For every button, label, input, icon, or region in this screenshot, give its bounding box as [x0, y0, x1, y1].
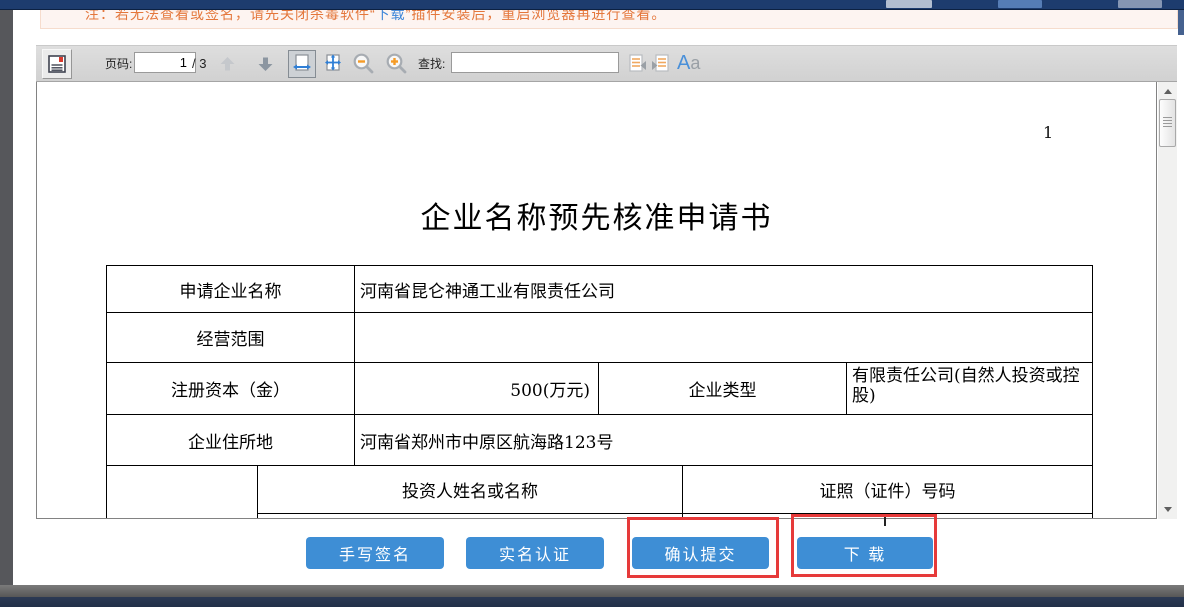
zoom-out-icon — [352, 52, 375, 75]
previous-page-button[interactable] — [214, 46, 240, 81]
table-row: 企业住所地 河南省郑州市中原区航海路123号 — [107, 415, 1093, 466]
highlight-box-confirm-submit — [627, 517, 779, 578]
match-case-toggle[interactable]: Aa — [677, 46, 700, 81]
zoom-in-button[interactable] — [382, 46, 410, 81]
bottom-navy-bar — [0, 597, 1184, 607]
cell-company-name-label: 申请企业名称 — [107, 266, 355, 313]
vertical-scrollbar[interactable] — [1158, 81, 1177, 519]
fit-page-icon — [323, 53, 343, 73]
cell-stub — [107, 514, 258, 519]
scroll-down-button[interactable] — [1158, 503, 1177, 515]
find-previous-icon — [626, 53, 647, 74]
cell-company-type-label: 企业类型 — [599, 363, 847, 415]
top-bar-highlight — [1118, 0, 1162, 8]
cell-registered-capital-label: 注册资本（金） — [107, 363, 355, 415]
next-page-button[interactable] — [252, 46, 278, 81]
pdf-toolbar: 页码: / 3 — [36, 45, 1177, 82]
cell-registered-capital-value: 500(万元) — [355, 363, 599, 415]
page-total-label: / 3 — [192, 46, 206, 81]
find-next-icon — [651, 53, 672, 74]
application-window: 注：若无法查看或签名，请先关闭杀毒软件“下载”插件安装后，重启浏览器再进行查看。… — [0, 0, 1184, 607]
fit-width-button[interactable] — [288, 50, 316, 78]
fit-width-icon — [292, 54, 312, 74]
find-previous-button[interactable] — [624, 46, 648, 81]
cell-address-label: 企业住所地 — [107, 415, 355, 466]
save-icon — [47, 54, 67, 74]
doc-title: 企业名称预先核准申请书 — [37, 193, 1156, 237]
match-case-lower: a — [690, 53, 700, 74]
arrow-up-icon — [219, 55, 236, 73]
table-row-clipped — [107, 514, 1093, 519]
page-number-input[interactable] — [134, 52, 196, 73]
find-next-button[interactable] — [649, 46, 673, 81]
cell-investor-name-header: 投资人姓名或名称 — [258, 466, 683, 514]
scrollbar-thumb[interactable] — [1159, 99, 1176, 147]
bottom-gray-bar — [0, 585, 1184, 597]
cell-business-scope-label: 经营范围 — [107, 313, 355, 363]
pdf-page: 1 企业名称预先核准申请书 申请企业名称 河南省昆仑神通工业有限责任公司 经营范… — [36, 80, 1157, 519]
find-input[interactable] — [451, 52, 619, 73]
cell-investor-stub — [107, 466, 258, 514]
scroll-up-button[interactable] — [1158, 85, 1177, 97]
table-row: 经营范围 — [107, 313, 1093, 363]
application-form-table: 申请企业名称 河南省昆仑神通工业有限责任公司 经营范围 注册资本（金） 500(… — [106, 265, 1093, 519]
table-row: 申请企业名称 河南省昆仑神通工业有限责任公司 — [107, 266, 1093, 313]
highlight-box-download — [791, 514, 937, 577]
text-cursor — [884, 517, 886, 526]
scrollbar-grip — [1163, 117, 1172, 127]
triangle-up-icon — [1164, 89, 1172, 94]
match-case-upper: A — [677, 52, 690, 75]
realname-auth-button[interactable]: 实名认证 — [466, 537, 604, 569]
triangle-down-icon — [1164, 507, 1172, 512]
window-left-edge — [0, 9, 13, 585]
zoom-out-button[interactable] — [349, 46, 377, 81]
window-top-bar — [0, 0, 1184, 10]
cell-business-scope-value — [355, 313, 1093, 363]
doc-page-number: 1 — [1043, 123, 1053, 142]
cell-company-name-value: 河南省昆仑神通工业有限责任公司 — [355, 266, 1093, 313]
fit-page-button[interactable] — [320, 50, 346, 76]
table-row: 投资人姓名或名称 证照（证件）号码 — [107, 466, 1093, 514]
find-label: 查找: — [418, 46, 445, 81]
handwritten-signature-button[interactable]: 手写签名 — [306, 537, 444, 569]
table-row: 注册资本（金） 500(万元) 企业类型 有限责任公司(自然人投资或控股) — [107, 363, 1093, 415]
arrow-down-icon — [257, 55, 274, 73]
cell-stub — [258, 514, 683, 519]
cell-address-value: 河南省郑州市中原区航海路123号 — [355, 415, 1093, 466]
top-bar-highlight — [886, 0, 932, 8]
save-button[interactable] — [42, 49, 72, 79]
top-bar-highlight — [998, 0, 1042, 8]
cell-company-type-value: 有限责任公司(自然人投资或控股) — [847, 363, 1093, 415]
window-edge — [1178, 9, 1184, 35]
zoom-in-icon — [385, 52, 408, 75]
page-number-label: 页码: — [105, 46, 132, 81]
cell-license-number-header: 证照（证件）号码 — [683, 466, 1093, 514]
